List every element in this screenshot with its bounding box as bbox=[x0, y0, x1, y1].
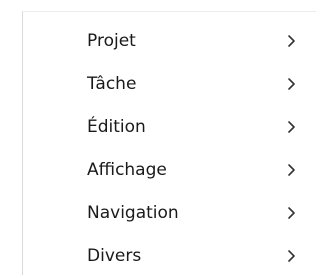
menu-item-label: Tâche bbox=[87, 74, 137, 94]
menu-item-label: Navigation bbox=[87, 203, 179, 223]
chevron-right-icon bbox=[288, 35, 295, 47]
chevron-right-icon bbox=[288, 121, 295, 133]
chevron-right-icon bbox=[288, 207, 295, 219]
menu-item-label: Divers bbox=[87, 246, 142, 266]
menu-item-label: Affichage bbox=[87, 160, 167, 180]
chevron-right-icon bbox=[288, 164, 295, 176]
menu-item-navigation[interactable]: Navigation bbox=[23, 193, 316, 233]
menu-item-edition[interactable]: Édition bbox=[23, 107, 316, 147]
menu-item-label: Projet bbox=[87, 31, 136, 51]
context-menu: Projet Tâche Édition Affichage Navigatio… bbox=[22, 11, 316, 275]
menu-item-label: Édition bbox=[87, 117, 146, 137]
menu-item-affichage[interactable]: Affichage bbox=[23, 150, 316, 190]
chevron-right-icon bbox=[288, 78, 295, 90]
menu-item-tache[interactable]: Tâche bbox=[23, 64, 316, 104]
menu-item-divers[interactable]: Divers bbox=[23, 236, 316, 276]
menu-item-projet[interactable]: Projet bbox=[23, 21, 316, 61]
chevron-right-icon bbox=[288, 250, 295, 262]
